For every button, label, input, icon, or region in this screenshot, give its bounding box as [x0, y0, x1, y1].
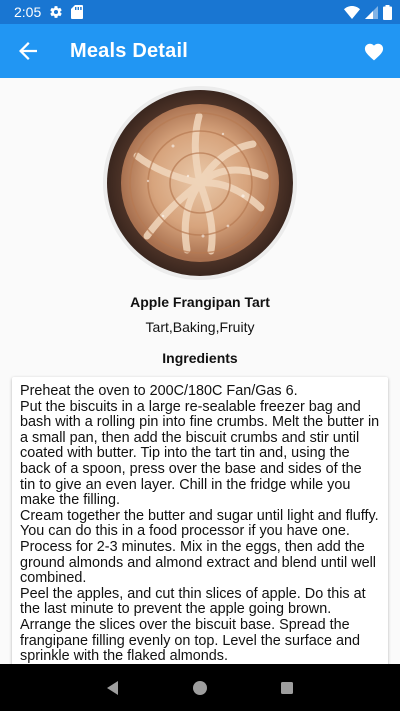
- instructions-card[interactable]: Preheat the oven to 200C/180C Fan/Gas 6.…: [12, 377, 388, 664]
- page-title: Meals Detail: [70, 39, 189, 62]
- tart-photo: [103, 86, 297, 280]
- wifi-icon: [344, 5, 360, 19]
- status-left: 2:05: [14, 4, 84, 20]
- instructions-text: Preheat the oven to 200C/180C Fan/Gas 6.…: [20, 383, 380, 664]
- arrow-back-icon: [19, 42, 37, 60]
- meal-image: [103, 86, 297, 280]
- cell-signal-icon: [365, 5, 378, 19]
- status-bar: 2:05: [0, 0, 400, 24]
- app-bar: Meals Detail: [0, 24, 400, 78]
- nav-back-button[interactable]: [93, 668, 133, 708]
- favorite-button[interactable]: [348, 24, 400, 78]
- meal-categories: Tart,Baking,Fruity: [145, 319, 255, 335]
- gear-icon: [50, 6, 62, 18]
- system-nav-bar: [0, 664, 400, 711]
- nav-home-button[interactable]: [180, 668, 220, 708]
- meal-detail-content[interactable]: Apple Frangipan Tart Tart,Baking,Fruity …: [0, 78, 400, 664]
- sd-card-icon: [71, 5, 84, 19]
- status-time: 2:05: [14, 4, 42, 20]
- back-button[interactable]: [0, 24, 56, 78]
- back-triangle-icon: [107, 680, 119, 695]
- home-circle-icon: [192, 680, 207, 695]
- heart-icon: [364, 43, 384, 61]
- status-right: [344, 4, 392, 20]
- recents-square-icon: [280, 681, 293, 694]
- nav-recents-button[interactable]: [267, 668, 307, 708]
- meal-name: Apple Frangipan Tart: [130, 294, 270, 310]
- battery-icon: [383, 4, 392, 20]
- ingredients-heading: Ingredients: [162, 350, 238, 366]
